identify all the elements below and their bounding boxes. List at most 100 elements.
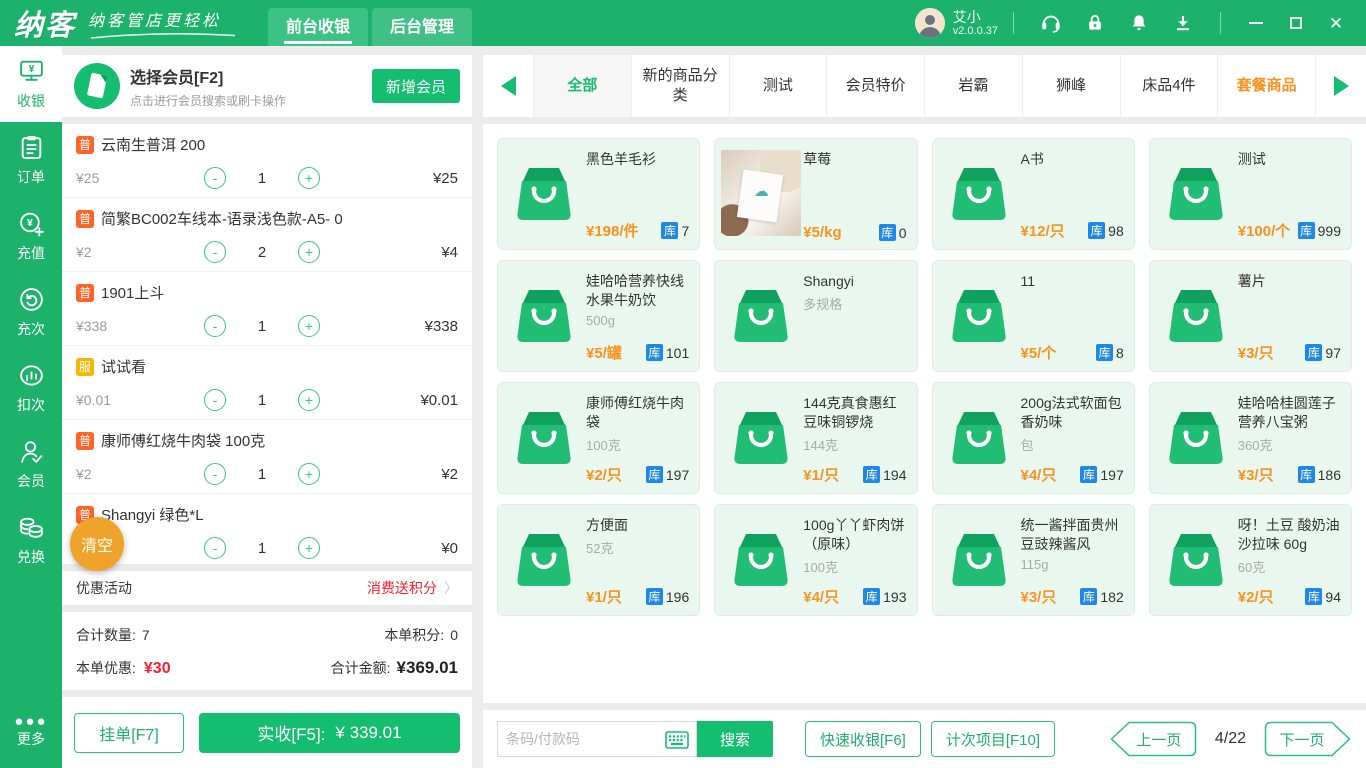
plus-button[interactable]: + (298, 167, 320, 189)
search-button[interactable]: 搜索 (697, 721, 773, 757)
times-recharge-icon (17, 286, 45, 314)
stock-count: 182 (1100, 588, 1124, 605)
product-card[interactable]: 薯片 ¥3/只 库 97 (1148, 260, 1352, 372)
product-card[interactable]: 呀！土豆 酸奶油沙拉味 60g 60克 ¥2/只 库 94 (1148, 504, 1352, 616)
product-card[interactable]: 100g丫丫虾肉饼（原味） 100克 ¥4/只 库 193 (714, 504, 918, 616)
user-name: 艾小 (952, 8, 981, 25)
product-card[interactable]: 娃哈哈桂圆莲子营养八宝粥 360克 ¥3/只 库 186 (1148, 382, 1352, 494)
product-card[interactable]: 11 ¥5/个 库 8 (931, 260, 1135, 372)
product-name: 144克真食惠红豆味铜锣烧 (803, 395, 897, 430)
svg-text:¥: ¥ (27, 218, 33, 229)
maximize-button[interactable] (1282, 9, 1310, 37)
product-image (502, 511, 586, 607)
item-name: 简繁BC002车线本-语录浅色款-A5- 0 (101, 211, 343, 228)
sidebar-item-orders[interactable]: 订单 (0, 122, 62, 198)
minus-button[interactable]: - (204, 167, 226, 189)
item-quantity: 2 (257, 243, 267, 261)
app-version: v2.0.0.37 (952, 24, 998, 37)
sidebar-item-times-recharge[interactable]: 充次 (0, 274, 62, 350)
plus-button[interactable]: + (298, 241, 320, 263)
count-item-button[interactable]: 计次项目[F10] (930, 721, 1056, 757)
chevron-right-icon: 〉 (444, 580, 458, 596)
promo-bar[interactable]: 优惠活动 消费送积分 〉 (62, 571, 472, 605)
product-price: ¥1/只 (803, 467, 840, 484)
product-card[interactable]: Shangyi 多规格 (714, 260, 918, 372)
product-price: ¥4/只 (803, 589, 840, 606)
sidebar-item-recharge[interactable]: ¥ 充值 (0, 198, 62, 274)
product-spec: 多规格 (803, 297, 843, 312)
barcode-search-group: 搜索 (497, 721, 773, 757)
category-tab[interactable]: 全部 (534, 55, 632, 117)
stock-count: 97 (1325, 344, 1341, 361)
category-tab[interactable]: 狮峰 (1023, 55, 1121, 117)
app-logo: 纳客 (14, 10, 77, 42)
next-page-button[interactable]: 下一页 (1264, 721, 1352, 757)
notification-icon[interactable] (1127, 11, 1151, 35)
tab-back-office[interactable]: 后台管理 (372, 8, 473, 46)
item-total: ¥25 (432, 169, 458, 187)
category-tab[interactable]: 测试 (730, 55, 828, 117)
item-quantity: 1 (257, 465, 267, 483)
product-card[interactable]: 测试 ¥100/个 库 999 (1148, 138, 1352, 250)
stock-count: 193 (883, 588, 907, 605)
quick-cashier-button[interactable]: 快速收银[F6] (805, 721, 921, 757)
sidebar-item-more[interactable]: ●●● 更多 (0, 698, 62, 768)
pay-button[interactable]: 实收[F5]: ¥ 339.01 (199, 712, 460, 753)
minimize-button[interactable] (1242, 9, 1270, 37)
stock-badge: 库 (661, 222, 679, 239)
tab-front-cashier[interactable]: 前台收银 (268, 8, 369, 46)
support-icon[interactable] (1039, 11, 1063, 35)
hold-order-button[interactable]: 挂单[F7] (74, 712, 184, 753)
sidebar-item-times-deduct[interactable]: 扣次 (0, 350, 62, 426)
product-card[interactable]: 草莓 ¥5/kg 库 0 (714, 138, 918, 250)
stock-badge: 库 (863, 588, 881, 605)
summary-row-1: 合计数量: 7 本单积分: 0 (76, 625, 458, 645)
prev-page-button[interactable]: 上一页 (1109, 721, 1197, 757)
product-card[interactable]: 200g法式软面包香奶味 包 ¥4/只 库 197 (931, 382, 1135, 494)
plus-button[interactable]: + (298, 537, 320, 559)
product-card[interactable]: 娃哈哈营养快线 水果牛奶饮 500g ¥5/罐 库 101 (497, 260, 701, 372)
product-spec: 500g (586, 313, 615, 328)
category-tab[interactable]: 岩霸 (925, 55, 1023, 117)
category-tab[interactable]: 套餐商品 (1218, 55, 1315, 117)
member-select-bar[interactable]: 选择会员[F2] 点击进行会员搜索或刷卡操作 新增会员 (62, 55, 472, 117)
close-button[interactable]: ✕ (1322, 9, 1350, 37)
minus-button[interactable]: - (204, 389, 226, 411)
clear-cart-button[interactable]: 清空 (70, 517, 124, 571)
item-name: 云南生普洱 200 (101, 137, 206, 154)
category-tab[interactable]: 床品4件 (1121, 55, 1219, 117)
minus-button[interactable]: - (204, 315, 226, 337)
product-price: ¥2/只 (586, 467, 622, 484)
barcode-input[interactable] (506, 731, 662, 747)
category-next-button[interactable] (1316, 55, 1366, 117)
category-tab[interactable]: 会员特价 (827, 55, 925, 117)
plus-button[interactable]: + (298, 315, 320, 337)
sidebar-item-cashier[interactable]: ¥ 收银 (0, 46, 62, 122)
stock-badge: 库 (878, 224, 896, 241)
product-card[interactable]: 统一酱拌面贵州豆豉辣酱风 115g ¥3/只 库 182 (931, 504, 1135, 616)
minus-button[interactable]: - (204, 241, 226, 263)
item-total: ¥0.01 (420, 391, 458, 409)
category-tab[interactable]: 新的商品分类 (632, 55, 730, 117)
add-member-button[interactable]: 新增会员 (372, 69, 460, 103)
tagline-swoosh-icon (90, 32, 236, 39)
product-card[interactable]: A书 ¥12/只 库 98 (931, 138, 1135, 250)
product-card[interactable]: 144克真食惠红豆味铜锣烧 144克 ¥1/只 库 194 (714, 382, 918, 494)
item-unit-price: ¥2 (76, 466, 92, 482)
product-card[interactable]: 康师傅红烧牛肉袋 100克 ¥2/只 库 197 (497, 382, 701, 494)
category-prev-button[interactable] (483, 55, 533, 117)
plus-button[interactable]: + (298, 389, 320, 411)
lock-icon[interactable] (1083, 11, 1107, 35)
sidebar-item-exchange[interactable]: 兑换 (0, 502, 62, 578)
product-card[interactable]: 黑色羊毛衫 ¥198/件 库 7 (497, 138, 701, 250)
product-price: ¥5/个 (1020, 345, 1057, 362)
download-icon[interactable] (1171, 11, 1195, 35)
minimize-icon (1249, 22, 1263, 24)
minus-button[interactable]: - (204, 537, 226, 559)
keyboard-icon[interactable] (665, 731, 689, 754)
sidebar-item-member[interactable]: 会员 (0, 426, 62, 502)
plus-button[interactable]: + (298, 463, 320, 485)
minus-button[interactable]: - (204, 463, 226, 485)
avatar[interactable] (914, 8, 945, 38)
product-card[interactable]: 方便面 52克 ¥1/只 库 196 (497, 504, 701, 616)
